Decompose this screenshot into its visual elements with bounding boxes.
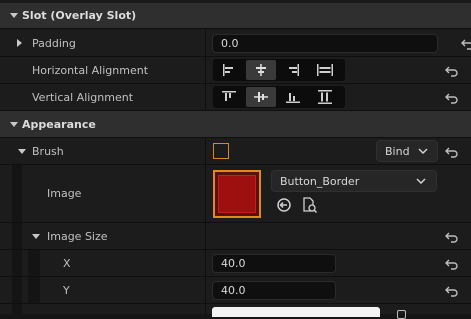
align-center-icon [256, 64, 266, 76]
y-label: Y [63, 283, 70, 297]
next-property-row [0, 304, 471, 319]
image-size-y-row: Y 40.0 [0, 277, 471, 304]
column-divider [205, 138, 206, 164]
align-middle-button[interactable] [246, 87, 276, 107]
image-size-label: Image Size [47, 229, 108, 243]
chevron-down-icon[interactable] [10, 122, 18, 127]
image-thumbnail[interactable] [213, 170, 261, 218]
section-title: Appearance [22, 117, 96, 131]
align-middle-icon [254, 92, 268, 102]
reset-arrow-icon[interactable] [445, 284, 459, 298]
padding-label: Padding [32, 36, 76, 50]
bind-dropdown[interactable]: Bind [376, 140, 438, 162]
vertical-alignment-row: Vertical Alignment [0, 84, 471, 111]
reset-arrow-icon[interactable] [445, 230, 459, 244]
padding-field[interactable]: 0.0 [212, 34, 438, 53]
brush-row: Brush Bind [0, 138, 471, 165]
y-field[interactable]: 40.0 [212, 281, 336, 300]
align-bottom-icon [286, 93, 300, 103]
brush-swatch[interactable] [213, 143, 229, 159]
indent-guide [12, 250, 22, 276]
section-title: Slot (Overlay Slot) [22, 9, 137, 22]
vertical-alignment-buttons [213, 86, 345, 108]
use-selected-asset-icon[interactable] [276, 197, 292, 213]
vertical-alignment-label: Vertical Alignment [32, 90, 134, 104]
thumbnail-preview [218, 175, 256, 213]
horizontal-alignment-buttons [213, 59, 345, 81]
align-left-button[interactable] [214, 60, 244, 80]
reset-arrow-icon[interactable] [461, 37, 471, 51]
brush-label: Brush [32, 144, 64, 158]
align-left-icon [223, 64, 233, 76]
reset-arrow-icon[interactable] [445, 145, 459, 159]
indent-guide [28, 250, 40, 276]
x-field[interactable]: 40.0 [212, 254, 336, 273]
indent-guide [12, 165, 22, 222]
column-divider [205, 165, 206, 222]
align-top-button[interactable] [214, 87, 244, 107]
image-asset-name: Button_Border [280, 174, 360, 188]
column-divider [205, 223, 206, 249]
column-divider [205, 57, 206, 83]
checkbox[interactable] [397, 310, 406, 319]
column-divider [205, 277, 206, 303]
reset-arrow-icon[interactable] [445, 257, 459, 271]
align-fill-icon [317, 64, 333, 76]
chevron-down-icon [418, 148, 428, 154]
horizontal-alignment-label: Horizontal Alignment [32, 63, 149, 77]
bind-label: Bind [385, 144, 410, 158]
section-slot-header[interactable]: Slot (Overlay Slot) [0, 3, 471, 29]
indent-guide [12, 277, 22, 303]
indent-guide [12, 223, 22, 249]
align-fill-vertical-button[interactable] [310, 87, 340, 107]
chevron-down-icon[interactable] [18, 149, 26, 154]
image-row: Image Button_Border [0, 165, 471, 223]
padding-row: Padding 0.0 [0, 30, 471, 57]
align-fill-button[interactable] [310, 60, 340, 80]
color-field[interactable] [212, 307, 380, 317]
align-bottom-button[interactable] [278, 87, 308, 107]
section-appearance-header[interactable]: Appearance [0, 111, 471, 138]
chevron-down-icon[interactable] [32, 234, 40, 239]
align-right-button[interactable] [278, 60, 308, 80]
chevron-down-icon [416, 178, 426, 184]
column-divider [205, 304, 206, 314]
image-asset-dropdown[interactable]: Button_Border [271, 170, 437, 192]
reset-arrow-icon[interactable] [445, 64, 459, 78]
align-right-icon [289, 64, 299, 76]
reset-arrow-icon[interactable] [445, 91, 459, 105]
image-label: Image [47, 187, 82, 200]
align-fill-vertical-icon [318, 90, 332, 104]
column-divider [205, 250, 206, 276]
align-center-button[interactable] [246, 60, 276, 80]
chevron-down-icon[interactable] [10, 13, 18, 18]
details-panel: Slot (Overlay Slot) Padding 0.0 Horizont… [0, 0, 471, 319]
image-size-row: Image Size [0, 223, 471, 250]
x-label: X [63, 256, 71, 270]
column-divider [205, 30, 206, 56]
browse-asset-icon[interactable] [301, 196, 319, 214]
image-size-x-row: X 40.0 [0, 250, 471, 277]
indent-guide [28, 277, 40, 303]
chevron-right-icon[interactable] [17, 39, 22, 47]
indent-guide [12, 304, 22, 314]
align-top-icon [222, 91, 236, 101]
column-divider [205, 84, 206, 110]
horizontal-alignment-row: Horizontal Alignment [0, 57, 471, 84]
